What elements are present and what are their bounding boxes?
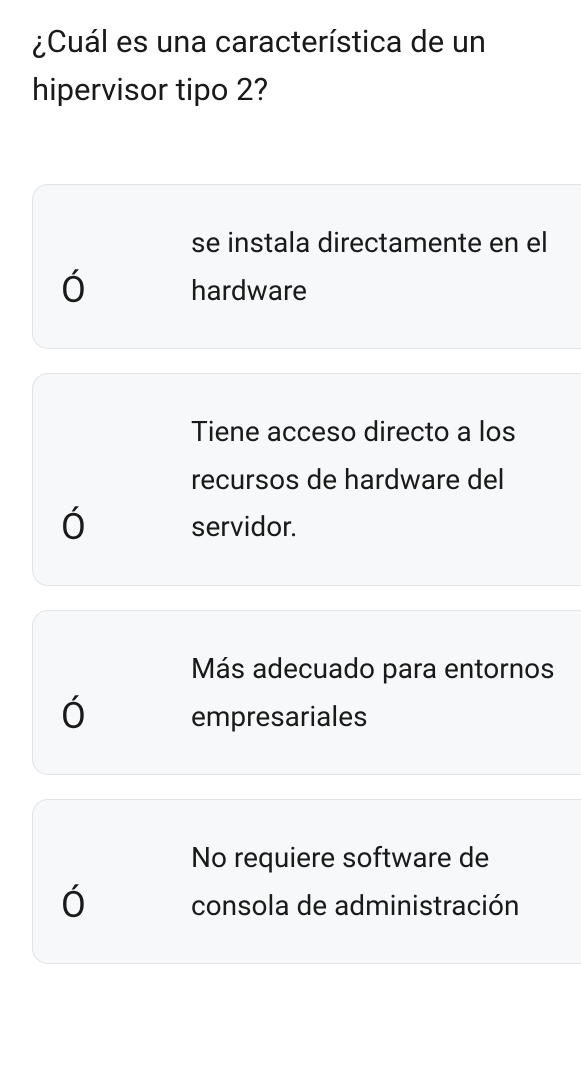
option-text: se instala directamente en el hardware: [191, 219, 561, 314]
option-text: Más adecuado para entornos empresariales: [191, 645, 561, 740]
option-radio-marker: Ó: [61, 509, 191, 551]
option-text: Tiene acceso directo a los recursos de h…: [191, 408, 561, 551]
option-3[interactable]: Ó No requiere software de consola de adm…: [32, 799, 581, 964]
options-list: Ó se instala directamente en el hardware…: [32, 184, 581, 964]
quiz-page: ¿Cuál es una característica de un hiperv…: [0, 0, 581, 964]
option-2[interactable]: Ó Más adecuado para entornos empresarial…: [32, 610, 581, 775]
question-text: ¿Cuál es una característica de un hiperv…: [32, 18, 581, 114]
option-0[interactable]: Ó se instala directamente en el hardware: [32, 184, 581, 349]
option-text: No requiere software de consola de admin…: [191, 834, 561, 929]
option-radio-marker: Ó: [61, 887, 191, 929]
option-radio-marker: Ó: [61, 698, 191, 740]
option-1[interactable]: Ó Tiene acceso directo a los recursos de…: [32, 373, 581, 586]
option-radio-marker: Ó: [61, 272, 191, 314]
